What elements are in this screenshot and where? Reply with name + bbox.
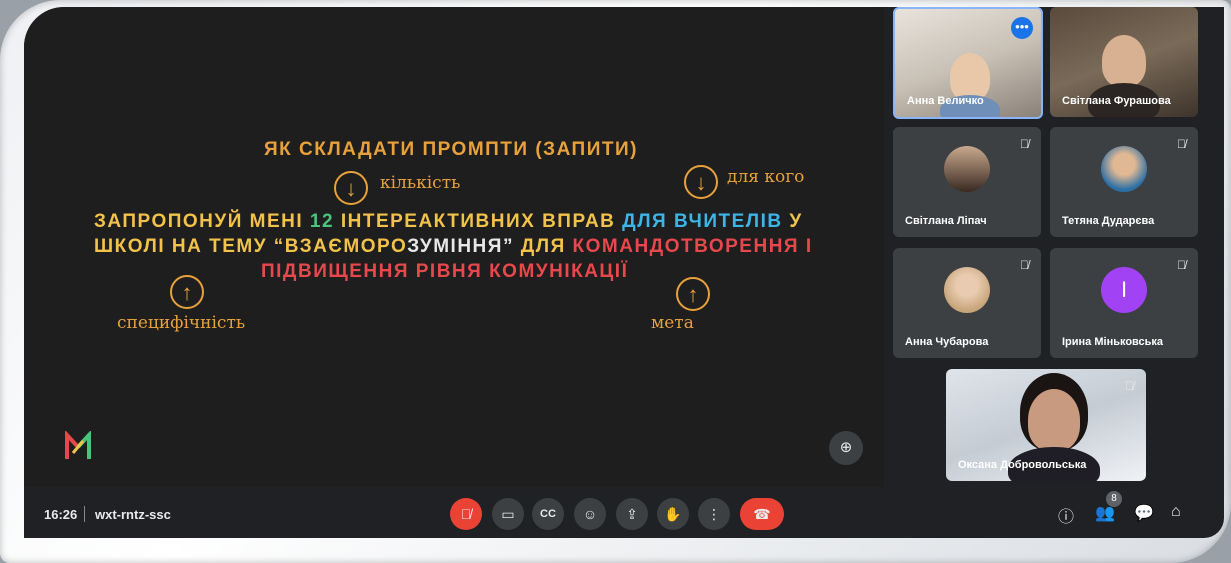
chat-icon[interactable]: 💬 <box>1134 503 1154 523</box>
meeting-code: wxt-rntz-ssc <box>95 507 171 522</box>
annotation-for-whom: для кого <box>727 167 805 187</box>
mic-off-icon: 🎙̸ <box>1177 137 1186 151</box>
prompt-line-2: ШКОЛІ НА ТЕМУ “ВЗАЄМОРОЗУМІННЯ” ДЛЯ КОМА… <box>94 236 813 257</box>
camera-button[interactable]: ▭ <box>492 498 524 530</box>
prompt-line-1: ЗАПРОПОНУЙ МЕНІ 12 ІНТЕРЕАКТИВНИХ ВПРАВ … <box>94 211 803 232</box>
avatar <box>944 145 990 192</box>
arrow-down-icon: ↓ <box>334 171 368 205</box>
meeting-time: 16:26 <box>44 507 78 522</box>
raise-hand-button[interactable]: ✋ <box>657 498 689 530</box>
arrow-up-icon: ↑ <box>676 277 710 311</box>
participant-video <box>1028 389 1080 451</box>
presenter-logo-icon <box>65 431 91 459</box>
participant-tile[interactable]: 🎙̸ Тетяна Дударєва <box>1050 127 1198 237</box>
avatar: І <box>1101 266 1147 313</box>
participant-tile[interactable]: Світлана Фурашова <box>1050 7 1198 117</box>
mic-off-icon: 🎙̸ <box>1177 258 1186 272</box>
captions-button[interactable]: CC <box>532 498 564 530</box>
participant-tile[interactable]: 🎙̸ Анна Чубарова <box>893 248 1041 358</box>
arrow-down-icon: ↓ <box>684 165 718 199</box>
participant-name: Анна Величко <box>907 95 984 107</box>
screenshot-frame: ЯК СКЛАДАТИ ПРОМПТИ (ЗАПИТИ) ↓ кількість… <box>0 0 1231 563</box>
avatar <box>944 266 990 313</box>
mic-off-button[interactable]: 🎙̸ <box>450 498 482 530</box>
participant-name: Світлана Фурашова <box>1062 95 1171 107</box>
participant-tile[interactable]: 🎙̸ І Ірина Міньковська <box>1050 248 1198 358</box>
presented-slide: ЯК СКЛАДАТИ ПРОМПТИ (ЗАПИТИ) ↓ кількість… <box>24 7 884 487</box>
avatar <box>1101 145 1147 192</box>
annotation-specificity: специфічність <box>117 313 246 333</box>
more-options-button[interactable]: ⋮ <box>698 498 730 530</box>
emoji-button[interactable]: ☺ <box>574 498 606 530</box>
people-icon[interactable]: 👥 <box>1095 503 1115 523</box>
participant-tile[interactable]: 🎙̸ Оксана Добровольська <box>946 369 1146 481</box>
participant-name: Оксана Добровольська <box>958 459 1087 471</box>
participant-name: Світлана Ліпач <box>905 215 987 227</box>
mic-off-icon: 🎙̸ <box>1020 137 1029 151</box>
participant-name: Тетяна Дударєва <box>1062 215 1155 227</box>
leave-call-button[interactable]: ☎ <box>740 498 784 530</box>
more-options-icon[interactable]: ••• <box>1011 17 1033 39</box>
activities-icon[interactable]: ⌂ <box>1171 503 1181 521</box>
present-button[interactable]: ⇪ <box>616 498 648 530</box>
meeting-control-bar: 16:26 wxt-rntz-ssc 🎙̸ ▭ CC ☺ ⇪ ✋ ⋮ ☎ ⓘ 8… <box>24 491 1224 538</box>
prompt-line-3: ПІДВИЩЕННЯ РІВНЯ КОМУНІКАЦІЇ <box>261 261 629 282</box>
slide-title: ЯК СКЛАДАТИ ПРОМПТИ (ЗАПИТИ) <box>264 139 638 160</box>
annotation-goal: мета <box>651 313 694 333</box>
participant-video <box>1102 35 1146 87</box>
participant-tile[interactable]: 🎙̸ Світлана Ліпач <box>893 127 1041 237</box>
annotation-quantity: кількість <box>380 173 461 193</box>
mic-off-icon: 🎙̸ <box>1125 379 1134 393</box>
participant-name: Ірина Міньковська <box>1062 336 1164 348</box>
meeting-details-icon[interactable]: ⓘ <box>1058 503 1074 527</box>
participant-tile[interactable]: ••• Анна Величко <box>893 7 1043 119</box>
participant-name: Анна Чубарова <box>905 336 989 348</box>
zoom-in-button[interactable]: ⊕ <box>829 431 863 465</box>
mic-off-icon: 🎙̸ <box>1020 258 1029 272</box>
meet-window: ЯК СКЛАДАТИ ПРОМПТИ (ЗАПИТИ) ↓ кількість… <box>24 7 1224 538</box>
participant-video <box>950 53 990 101</box>
divider <box>84 506 85 522</box>
arrow-up-icon: ↑ <box>170 275 204 309</box>
